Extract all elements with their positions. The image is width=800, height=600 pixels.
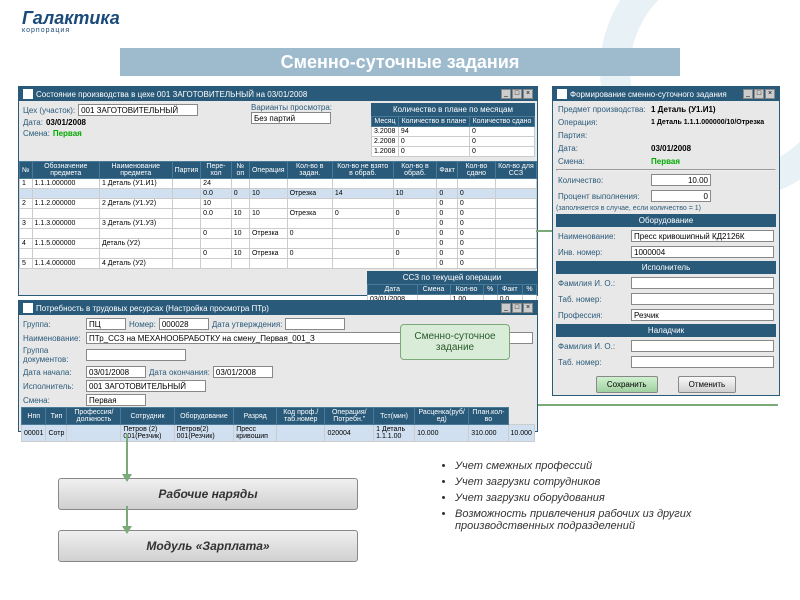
page-title: Сменно-суточные задания: [120, 48, 680, 76]
close-icon[interactable]: ×: [523, 303, 533, 313]
plan-table: МесяцКоличество в планеКоличество сдано3…: [371, 116, 535, 157]
window-title: Формирование сменно-суточного задания _□…: [553, 87, 779, 101]
window-title: Потребность в трудовых ресурсах (Настрой…: [19, 301, 537, 315]
production-table[interactable]: №Обозначение предметаНаименование предме…: [19, 161, 537, 269]
max-icon[interactable]: □: [512, 89, 522, 99]
app-icon: [23, 89, 33, 99]
min-icon[interactable]: _: [743, 89, 753, 99]
close-icon[interactable]: ×: [765, 89, 775, 99]
salary-module-button[interactable]: Модуль «Зарплата»: [58, 530, 358, 562]
app-icon: [557, 89, 567, 99]
shop-field[interactable]: 001 ЗАГОТОВИТЕЛЬНЫЙ: [78, 104, 198, 116]
window-ssz-form: Формирование сменно-суточного задания _□…: [552, 86, 780, 396]
work-orders-button[interactable]: Рабочие наряды: [58, 478, 358, 510]
equipment-name[interactable]: Пресс кривошипный КД2126К: [631, 230, 774, 242]
app-icon: [23, 303, 33, 313]
close-icon[interactable]: ×: [523, 89, 533, 99]
view-option[interactable]: Без партий: [251, 112, 331, 124]
adjuster-name[interactable]: [631, 340, 774, 352]
window-labor-resources: Потребность в трудовых ресурсах (Настрой…: [18, 300, 538, 432]
brand-logo: Галактика корпорация: [22, 8, 120, 34]
window-production-status: Состояние производства в цехе 001 ЗАГОТО…: [18, 86, 538, 296]
performer-prof[interactable]: Резчик: [631, 309, 774, 321]
cancel-button[interactable]: Отменить: [678, 376, 737, 393]
window-title: Состояние производства в цехе 001 ЗАГОТО…: [19, 87, 537, 101]
ssz-header: ССЗ по текущей операции: [367, 271, 537, 284]
labor-table[interactable]: НппТипПрофессия/должностьСотрудникОборуд…: [21, 407, 535, 442]
max-icon[interactable]: □: [512, 303, 522, 313]
equipment-inv[interactable]: 1000004: [631, 246, 774, 258]
max-icon[interactable]: □: [754, 89, 764, 99]
callout-ssz: Сменно-суточноезадание: [400, 324, 510, 360]
adjuster-tab[interactable]: [631, 356, 774, 368]
save-button[interactable]: Сохранить: [596, 376, 658, 393]
qty-input[interactable]: 10.00: [651, 174, 711, 186]
performer-tab[interactable]: [631, 293, 774, 305]
min-icon[interactable]: _: [501, 89, 511, 99]
plan-header: Количество в плане по месяцам: [371, 103, 535, 116]
performer-name[interactable]: [631, 277, 774, 289]
pct-input[interactable]: 0: [651, 190, 711, 202]
min-icon[interactable]: _: [501, 303, 511, 313]
feature-bullets: Учет смежных профессийУчет загрузки сотр…: [455, 460, 775, 536]
